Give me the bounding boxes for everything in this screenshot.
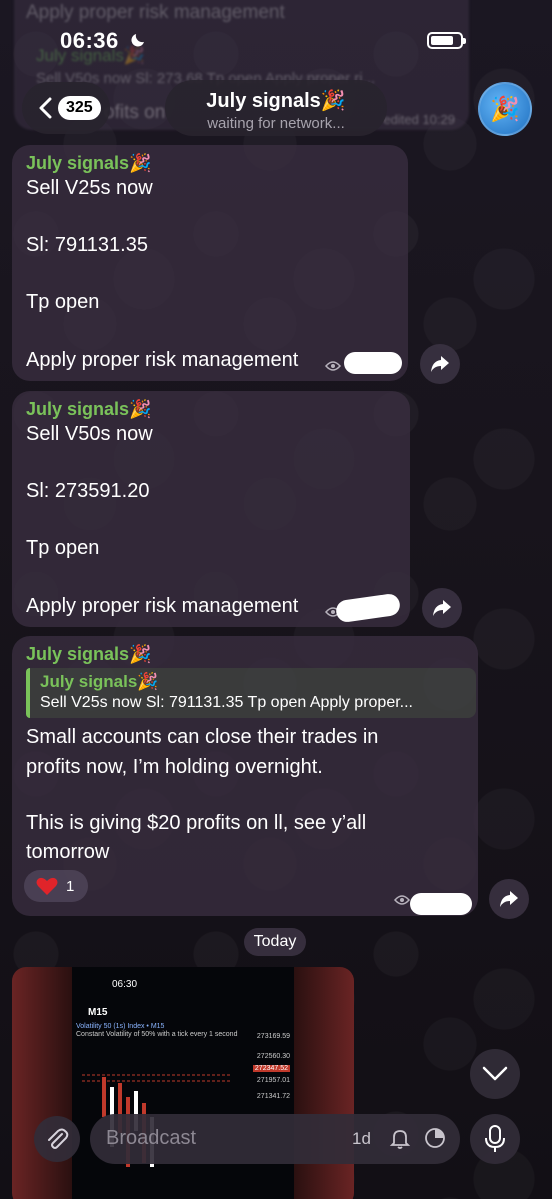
forward-button[interactable]	[489, 879, 529, 919]
forward-button[interactable]	[422, 588, 462, 628]
message-bubble[interactable]: July signals🎉 July signals🎉 Sell V25s no…	[12, 636, 478, 916]
screenshot-time: 06:30	[112, 979, 138, 990]
scroll-to-bottom-button[interactable]	[470, 1049, 520, 1099]
reaction-chip[interactable]: 1	[24, 870, 88, 902]
screenshot-description: Constant Volatility of 50% with a tick e…	[76, 1031, 238, 1038]
forward-button[interactable]	[420, 344, 460, 384]
reply-quote[interactable]: July signals🎉 Sell V25s now Sl: 791131.3…	[26, 668, 476, 718]
reply-text: Sell V25s now Sl: 791131.35 Tp open Appl…	[40, 694, 413, 711]
forward-icon	[500, 891, 518, 907]
message-author: July signals🎉	[26, 644, 152, 664]
microphone-button[interactable]	[470, 1114, 520, 1164]
message-input[interactable]: Broadcast 1d	[90, 1114, 460, 1164]
message-text-line: Tp open	[26, 537, 100, 559]
ghost-edited: edited 10:29	[383, 112, 455, 127]
chat-status: waiting for network...	[207, 115, 345, 132]
chevron-down-icon	[482, 1066, 508, 1081]
channel-avatar[interactable]: 🎉	[478, 82, 532, 136]
message-bubble[interactable]: July signals🎉 Sell V50s now Sl: 273591.2…	[12, 391, 410, 627]
moon-icon	[131, 34, 144, 47]
message-text-line: Apply proper risk management	[26, 595, 299, 617]
ghost-line-4: ofits on	[104, 102, 166, 123]
attach-button[interactable]	[34, 1116, 80, 1162]
status-bar: 06:36	[0, 28, 552, 56]
price-label: 272347.52	[252, 1065, 290, 1072]
message-text-line: Sell V50s now	[26, 423, 153, 445]
message-text-line: Sl: 791131.35	[26, 234, 148, 256]
message-author: July signals🎉	[26, 153, 152, 173]
battery-icon	[427, 32, 466, 49]
message-bubble[interactable]: July signals🎉 Sell V25s now Sl: 791131.3…	[12, 145, 408, 381]
bell-icon[interactable]	[388, 1126, 412, 1150]
redacted-view-count	[344, 352, 402, 374]
ghost-line-1: Apply proper risk management	[26, 2, 285, 23]
redacted-view-count	[410, 893, 472, 915]
status-time: 06:36	[60, 28, 119, 53]
views-eye-icon	[325, 361, 341, 371]
self-destruct-timer[interactable]: 1d	[352, 1129, 371, 1149]
price-label: 273169.59	[256, 1033, 290, 1040]
image-message[interactable]: 06:30 M15 Volatility 50 (1s) Index • M15…	[12, 967, 354, 1199]
microphone-icon	[485, 1125, 505, 1152]
message-input-placeholder: Broadcast	[106, 1127, 197, 1149]
reply-author: July signals🎉	[40, 672, 159, 691]
message-text-line: Apply proper risk management	[26, 349, 299, 371]
message-text-line: tomorrow	[26, 841, 110, 863]
forward-icon	[431, 356, 449, 372]
image-blur-edge	[12, 967, 72, 1199]
price-label: 271341.72	[256, 1093, 290, 1100]
heart-icon	[36, 877, 58, 895]
redacted-view-count	[334, 592, 402, 624]
message-text-line: profits now, I’m holding overnight.	[26, 756, 323, 778]
message-author: July signals🎉	[26, 399, 152, 419]
date-separator: Today	[244, 928, 306, 956]
unread-count-badge: 325	[58, 96, 101, 120]
image-blur-edge	[294, 967, 354, 1199]
trading-screenshot: 06:30 M15 Volatility 50 (1s) Index • M15…	[72, 967, 294, 1199]
back-button[interactable]: 325	[22, 82, 110, 134]
chat-title-pill[interactable]: July signals🎉 waiting for network...	[165, 80, 387, 136]
price-label: 272560.30	[256, 1053, 290, 1060]
message-text-line: This is giving $20 profits on ll, see y’…	[26, 812, 367, 834]
message-text-line: Small accounts can close their trades in	[26, 726, 379, 748]
message-text-line: Sl: 273591.20	[26, 480, 150, 502]
chat-title: July signals🎉	[206, 90, 346, 112]
message-text-line: Sell V25s now	[26, 177, 153, 199]
views-eye-icon	[394, 895, 410, 905]
schedule-icon[interactable]	[423, 1126, 447, 1150]
paperclip-icon	[48, 1128, 69, 1149]
screenshot-symbol: Volatility 50 (1s) Index • M15	[76, 1023, 165, 1030]
screenshot-timeframe: M15	[88, 1007, 108, 1018]
price-label: 271957.01	[256, 1077, 290, 1084]
forward-icon	[433, 600, 451, 616]
message-text-line: Tp open	[26, 291, 100, 313]
reaction-count: 1	[66, 877, 75, 895]
avatar-emoji: 🎉	[490, 95, 520, 123]
chevron-left-icon	[39, 97, 52, 119]
